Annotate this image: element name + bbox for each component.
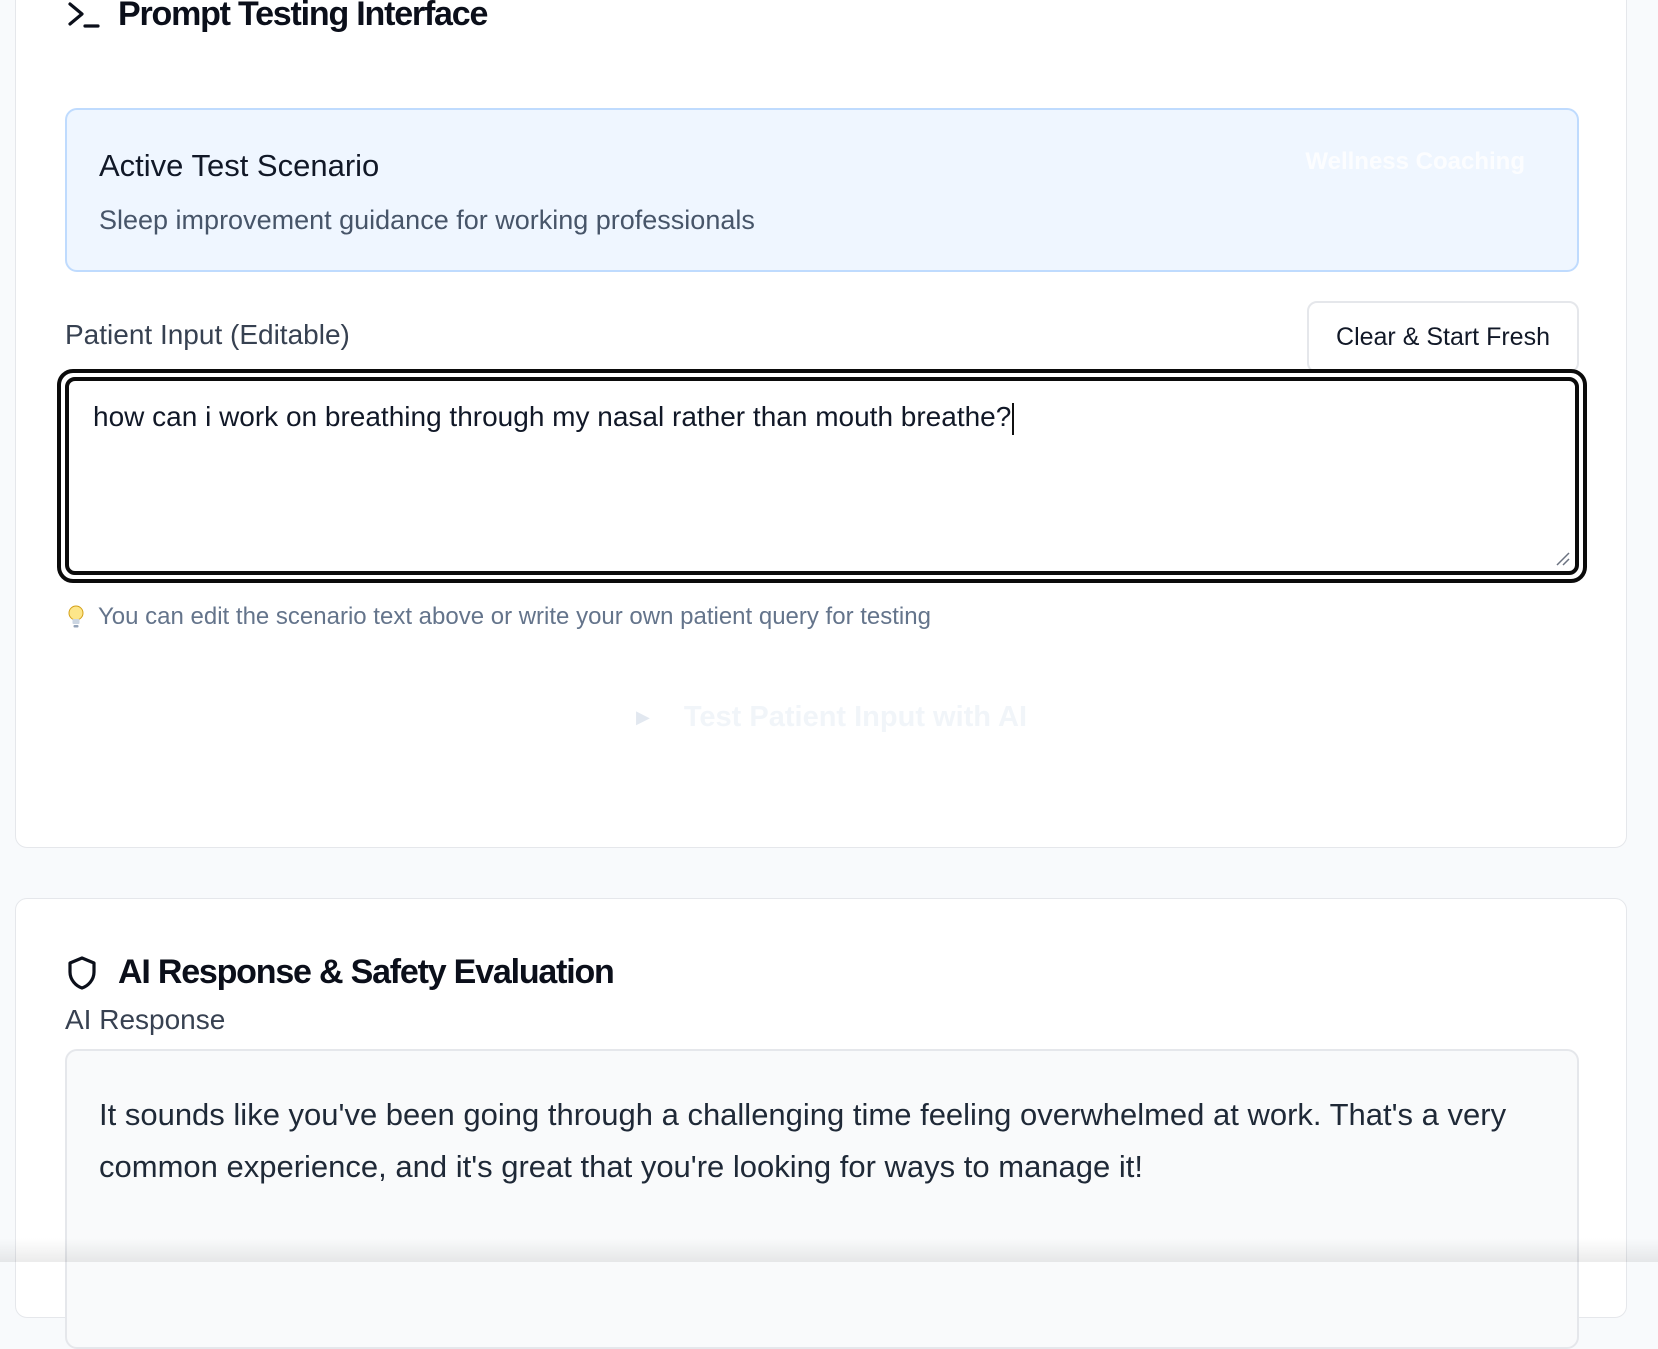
page-title: Prompt Testing Interface xyxy=(118,0,488,33)
resize-handle-icon[interactable] xyxy=(1553,549,1571,567)
patient-input-label: Patient Input (Editable) xyxy=(65,319,350,350)
ai-response-text: It sounds like you've been going through… xyxy=(99,1097,1507,1184)
ai-response-box: It sounds like you've been going through… xyxy=(65,1049,1579,1349)
hint-text: You can edit the scenario text above or … xyxy=(98,603,931,630)
prompt-testing-card: Prompt Testing Interface Active Test Sce… xyxy=(15,0,1627,848)
patient-input-value: how can i work on breathing through my n… xyxy=(93,401,1012,432)
active-scenario-panel: Active Test Scenario Sleep improvement g… xyxy=(65,108,1579,272)
shield-icon xyxy=(66,954,100,992)
play-icon: ▶ xyxy=(636,707,650,727)
evaluation-title: AI Response & Safety Evaluation xyxy=(118,953,615,991)
patient-input-hint: You can edit the scenario text above or … xyxy=(66,603,931,631)
bottom-scroll-shadow xyxy=(0,1238,1658,1262)
prompt-testing-header: Prompt Testing Interface xyxy=(66,0,488,34)
clear-start-fresh-button[interactable]: Clear & Start Fresh xyxy=(1307,301,1579,373)
scenario-category-badge: Wellness Coaching xyxy=(1305,148,1525,175)
terminal-icon xyxy=(66,0,100,34)
test-button-label: Test Patient Input with AI xyxy=(683,701,1028,733)
evaluation-header: AI Response & Safety Evaluation xyxy=(66,953,615,992)
patient-input-focus-ring: how can i work on breathing through my n… xyxy=(57,369,1587,583)
patient-input-field[interactable]: how can i work on breathing through my n… xyxy=(65,377,1579,575)
lightbulb-icon xyxy=(68,605,84,628)
scenario-description: Sleep improvement guidance for working p… xyxy=(99,205,755,235)
ai-response-label: AI Response xyxy=(65,1004,226,1035)
text-caret xyxy=(1012,402,1015,435)
test-patient-input-button[interactable]: ▶ Test Patient Input with AI xyxy=(636,701,1027,734)
scenario-title: Active Test Scenario xyxy=(99,148,380,183)
